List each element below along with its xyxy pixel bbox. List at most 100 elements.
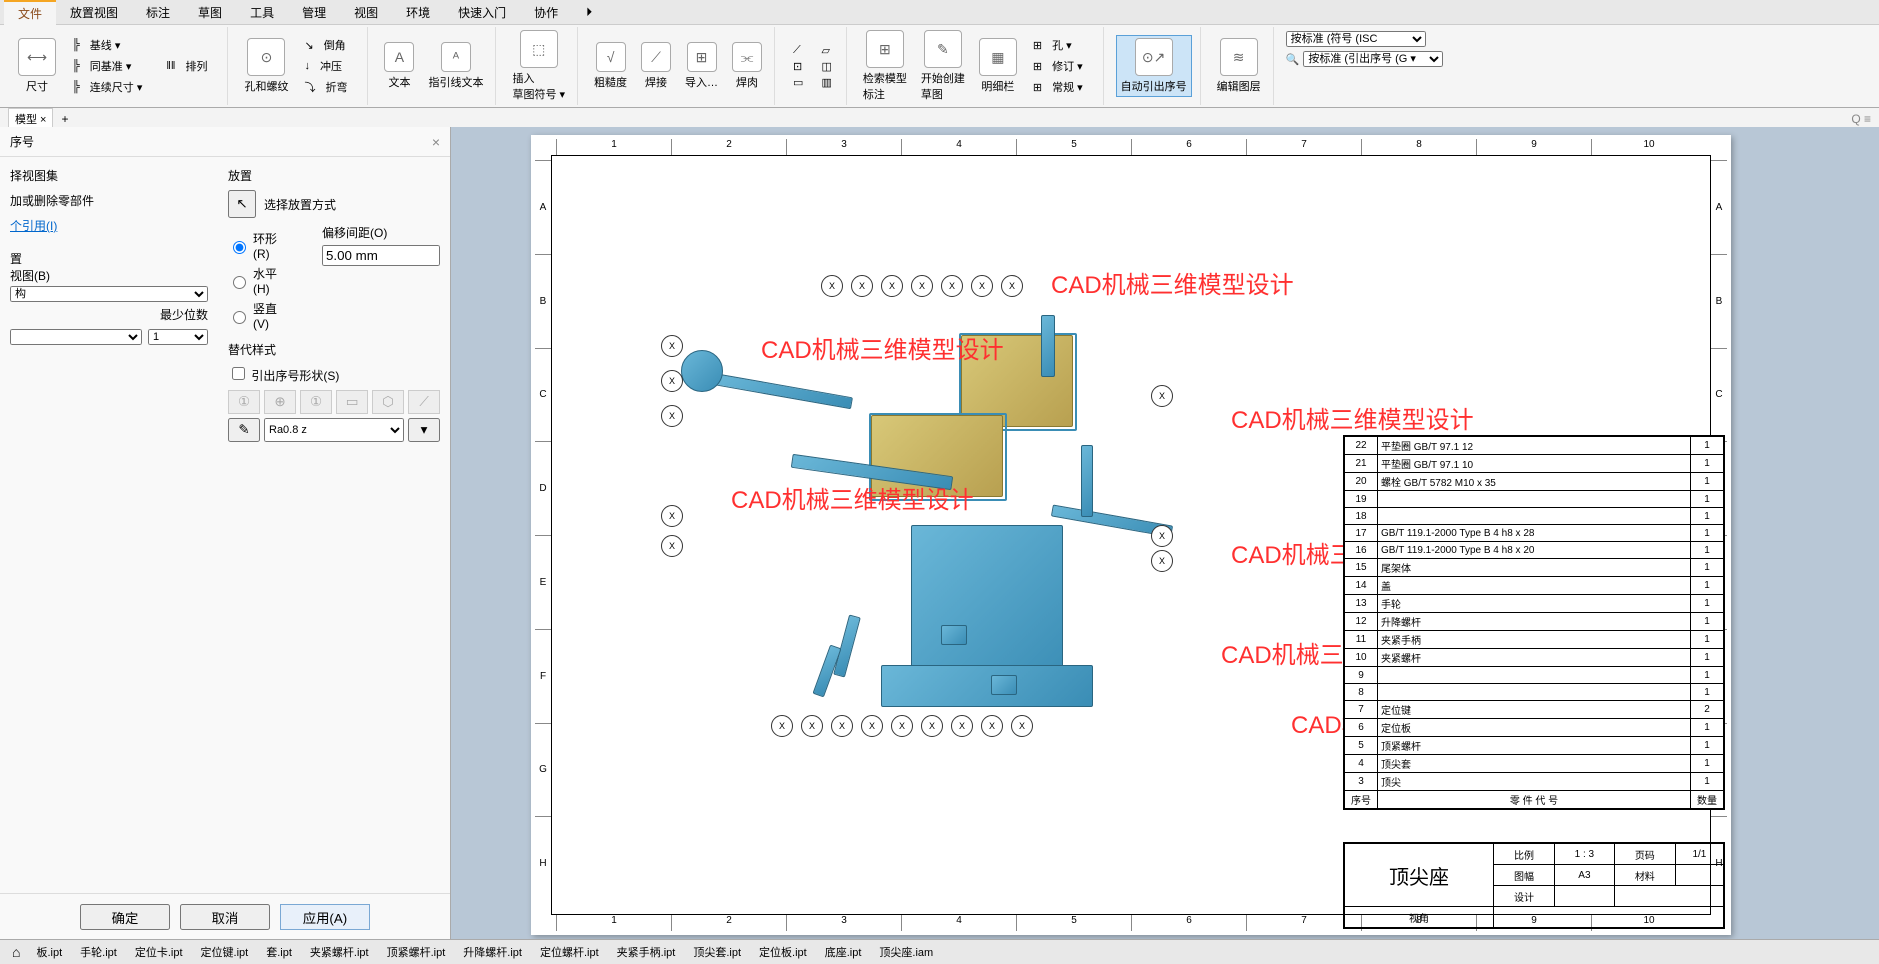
- balloon[interactable]: X: [1011, 715, 1033, 737]
- balloon[interactable]: X: [881, 275, 903, 297]
- leader-text-button[interactable]: ᴬ指引线文本: [424, 40, 487, 92]
- edit-layers-button[interactable]: ≋编辑图层: [1213, 36, 1265, 96]
- tab-view-place[interactable]: 放置视图: [56, 1, 132, 24]
- parts-list-table[interactable]: 22平垫圈 GB/T 97.1 12121平垫圈 GB/T 97.1 10120…: [1343, 435, 1725, 810]
- structure-select[interactable]: 构: [10, 286, 208, 302]
- gd-t-5[interactable]: ◫: [815, 59, 837, 74]
- balloon[interactable]: X: [891, 715, 913, 737]
- tab-manage[interactable]: 管理: [288, 1, 340, 24]
- baseline-button[interactable]: ╠ 基线 ▾: [66, 35, 154, 55]
- balloon[interactable]: X: [801, 715, 823, 737]
- chain-button[interactable]: ╠ 连续尺寸 ▾: [66, 77, 154, 97]
- gd-t-1[interactable]: ⟋: [787, 43, 809, 58]
- status-file[interactable]: 板.ipt: [36, 947, 62, 959]
- style-combo-1[interactable]: 按标准 (符号 (ISC: [1286, 31, 1426, 47]
- parts-list-button[interactable]: ▦明细栏: [975, 36, 1021, 96]
- start-sketch-button[interactable]: ✎开始创建 草图: [917, 28, 969, 104]
- tab-view[interactable]: 视图: [340, 1, 392, 24]
- balloon[interactable]: X: [661, 505, 683, 527]
- hole-table-button[interactable]: ⊞ 孔 ▾: [1027, 35, 1095, 55]
- offset-input[interactable]: [322, 245, 440, 266]
- balloon[interactable]: X: [661, 535, 683, 557]
- weld-fill-button[interactable]: ⫘焊肉: [728, 40, 766, 92]
- radio-horizontal[interactable]: 水平(H): [228, 265, 282, 296]
- balloon[interactable]: X: [941, 275, 963, 297]
- shape-checkbox[interactable]: 引出序号形状(S): [228, 369, 339, 383]
- roughness-button[interactable]: √粗糙度: [590, 40, 631, 92]
- gd-t-6[interactable]: ▥: [815, 75, 837, 90]
- style-combo-2[interactable]: 按标准 (引出序号 (G ▾: [1303, 51, 1443, 67]
- punch-button[interactable]: ↓ 冲压: [298, 56, 359, 76]
- status-file[interactable]: 定位板.ipt: [759, 947, 807, 959]
- dimension-button[interactable]: ⟷尺寸: [14, 36, 60, 96]
- tab-file[interactable]: 文件: [4, 0, 56, 25]
- tab-env[interactable]: 环境: [392, 1, 444, 24]
- gd-t-3[interactable]: ▭: [787, 75, 809, 90]
- radio-vertical[interactable]: 竖直(V): [228, 300, 282, 331]
- select-placement-button[interactable]: ↖: [228, 190, 256, 218]
- balloon[interactable]: X: [971, 275, 993, 297]
- level-select[interactable]: [10, 329, 142, 345]
- tab-sketch[interactable]: 草图: [184, 1, 236, 24]
- ordinate-button[interactable]: ╠ 同基准 ▾: [66, 56, 154, 76]
- min-digits-select[interactable]: 1: [148, 329, 208, 345]
- home-icon[interactable]: ⌂: [12, 944, 20, 960]
- status-file[interactable]: 手轮.ipt: [80, 947, 117, 959]
- exploded-view[interactable]: [611, 215, 1231, 775]
- balloon[interactable]: X: [1151, 525, 1173, 547]
- status-file[interactable]: 定位卡.ipt: [135, 947, 183, 959]
- balloon[interactable]: X: [821, 275, 843, 297]
- balloon[interactable]: X: [771, 715, 793, 737]
- tab-annotate[interactable]: 标注: [132, 1, 184, 24]
- balloon[interactable]: X: [831, 715, 853, 737]
- reference-link[interactable]: 个引用(I): [10, 217, 208, 234]
- balloon[interactable]: X: [1151, 385, 1173, 407]
- tab-quick[interactable]: 快速入门: [444, 1, 520, 24]
- hole-thread-button[interactable]: ⊙孔和螺纹: [240, 36, 292, 96]
- status-file[interactable]: 定位键.ipt: [201, 947, 249, 959]
- tab-tools[interactable]: 工具: [236, 1, 288, 24]
- text-button[interactable]: A文本: [380, 40, 418, 92]
- general-button[interactable]: ⊞ 常规 ▾: [1027, 77, 1095, 97]
- balloon[interactable]: X: [921, 715, 943, 737]
- balloon[interactable]: X: [861, 715, 883, 737]
- balloon[interactable]: X: [981, 715, 1003, 737]
- arrange-button[interactable]: ‖‖ 排列: [160, 56, 219, 76]
- apply-button[interactable]: 应用(A): [280, 904, 370, 930]
- insert-sketch-sym-button[interactable]: ⬚插入 草图符号 ▾: [508, 28, 569, 104]
- balloon[interactable]: X: [661, 370, 683, 392]
- balloon[interactable]: X: [661, 405, 683, 427]
- revision-button[interactable]: ⊞ 修订 ▾: [1027, 56, 1095, 76]
- status-file[interactable]: 顶尖座.iam: [879, 947, 933, 959]
- bend-button[interactable]: ⤵ 折弯: [298, 77, 359, 97]
- import-button[interactable]: ⊞导入…: [681, 40, 722, 92]
- weld-button[interactable]: ⟋焊接: [637, 40, 675, 92]
- status-file[interactable]: 底座.ipt: [825, 947, 862, 959]
- doc-menu[interactable]: Q ≡: [1851, 112, 1871, 126]
- add-tab[interactable]: +: [61, 112, 68, 126]
- gd-t-2[interactable]: ⊡: [787, 59, 809, 74]
- balloon[interactable]: X: [851, 275, 873, 297]
- retrieve-ann-button[interactable]: ⊞检索模型 标注: [859, 28, 911, 104]
- balloon[interactable]: X: [911, 275, 933, 297]
- style-ra-select[interactable]: Ra0.8 z: [264, 418, 404, 442]
- tab-collab[interactable]: 协作: [520, 1, 572, 24]
- ok-button[interactable]: 确定: [80, 904, 170, 930]
- balloon[interactable]: X: [951, 715, 973, 737]
- balloon[interactable]: X: [1001, 275, 1023, 297]
- status-file[interactable]: 夹紧手柄.ipt: [617, 947, 676, 959]
- status-file[interactable]: 定位螺杆.ipt: [540, 947, 599, 959]
- auto-balloon-button[interactable]: ⊙↗自动引出序号: [1116, 35, 1192, 97]
- style-edit-icon[interactable]: ✎: [228, 418, 260, 442]
- chamfer-button[interactable]: ↘ 倒角: [298, 35, 359, 55]
- balloon[interactable]: X: [1151, 550, 1173, 572]
- gd-t-4[interactable]: ▱: [815, 43, 837, 58]
- tab-extra[interactable]: ⏵: [572, 2, 606, 23]
- status-file[interactable]: 升降螺杆.ipt: [463, 947, 522, 959]
- drawing-canvas[interactable]: 12345678910 12345678910 ABCDEFGH ABCDEFG…: [451, 127, 1879, 940]
- style-extra-icon[interactable]: ▾: [408, 418, 440, 442]
- close-icon[interactable]: ×: [432, 134, 440, 150]
- status-file[interactable]: 顶尖套.ipt: [693, 947, 741, 959]
- cancel-button[interactable]: 取消: [180, 904, 270, 930]
- radio-ring[interactable]: 环形(R): [228, 230, 282, 261]
